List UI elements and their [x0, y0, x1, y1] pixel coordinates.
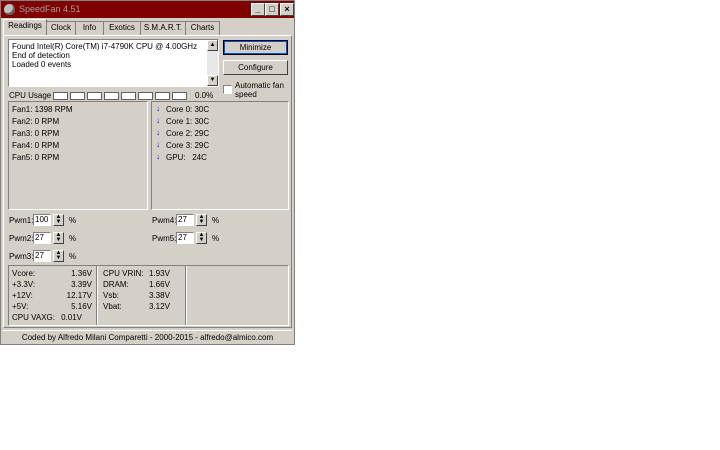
tab-smart[interactable]: S.M.A.R.T. [140, 21, 186, 35]
automatic-fan-speed-checkbox[interactable] [223, 85, 232, 94]
pwm5-spinner-icon[interactable]: ▲ ▼ [196, 232, 207, 244]
voltage-label: Vcore: [12, 269, 36, 278]
fan-reading: Fan2: 0 RPM [12, 117, 60, 126]
voltage-label: CPU VAXG: [12, 313, 55, 322]
pwm4-spinner-icon[interactable]: ▲ ▼ [196, 214, 207, 226]
temp-down-arrow-icon: ↓ [156, 140, 160, 149]
cpu-meter-cell [87, 92, 102, 100]
cpu-meter-cell [138, 92, 153, 100]
pwm5-label: Pwm5: [152, 234, 177, 243]
status-bar: Coded by Alfredo Milani Comparetti - 200… [3, 330, 292, 344]
voltage-label: CPU VRIN: [103, 269, 144, 278]
minimize-button[interactable]: Minimize [223, 40, 288, 55]
pwm1-spinner-icon[interactable]: ▲ ▼ [53, 214, 64, 226]
cpu-meter-cell [70, 92, 85, 100]
voltages-divider [97, 266, 98, 325]
temp-down-arrow-icon: ↓ [156, 104, 160, 113]
voltage-label: +5V: [12, 302, 29, 311]
cpu-meter-cell [104, 92, 119, 100]
title-bar[interactable]: SpeedFan 4.51 _ □ × [1, 1, 294, 18]
log-line: Loaded 0 events [12, 60, 72, 69]
cpu-meter-cell [121, 92, 136, 100]
voltage-label: Vsb: [103, 291, 120, 300]
voltage-label: Vbat: [103, 302, 122, 311]
cpu-usage-meter [53, 92, 193, 100]
pwm2-unit: % [69, 234, 77, 243]
window-minimize-button[interactable]: _ [251, 3, 265, 16]
temp-reading: Core 2: 29C [166, 129, 210, 138]
log-line: End of detection [12, 51, 70, 60]
pwm4-label: Pwm4: [152, 216, 177, 225]
fan-reading: Fan3: 0 RPM [12, 129, 60, 138]
window-title: SpeedFan 4.51 [19, 4, 81, 14]
tab-charts[interactable]: Charts [185, 21, 220, 35]
scroll-up-arrow-icon[interactable]: ▲ [207, 40, 218, 51]
temp-reading: GPU: 24C [166, 153, 207, 162]
temp-down-arrow-icon: ↓ [156, 128, 160, 137]
voltage-value: 1.93V [149, 269, 170, 278]
fan-reading: Fan4: 0 RPM [12, 141, 60, 150]
fan-reading: Fan5: 0 RPM [12, 153, 60, 162]
voltage-value: 3.38V [149, 291, 170, 300]
voltage-value: 3.39V [71, 280, 92, 289]
pwm2-spinner-icon[interactable]: ▲ ▼ [53, 232, 64, 244]
tab-clock[interactable]: Clock [46, 21, 76, 35]
pwm3-unit: % [69, 252, 77, 261]
fan-speeds-box: Fan1: 1398 RPM Fan2: 0 RPM Fan3: 0 RPM F… [8, 101, 148, 210]
voltage-value: 3.12V [149, 302, 170, 311]
window-maximize-button[interactable]: □ [265, 3, 279, 16]
pwm2-label: Pwm2: [9, 234, 34, 243]
scroll-down-arrow-icon[interactable]: ▼ [207, 75, 218, 86]
voltage-label: DRAM: [103, 280, 129, 289]
temp-reading: Core 3: 29C [166, 141, 210, 150]
log-line: Found Intel(R) Core(TM) i7-4790K CPU @ 4… [12, 42, 198, 51]
voltage-value: 12.17V [66, 291, 92, 300]
cpu-meter-cell [155, 92, 170, 100]
automatic-fan-speed-label: Automatic fan [235, 81, 284, 90]
fan-reading: Fan1: 1398 RPM [12, 105, 73, 114]
temp-down-arrow-icon: ↓ [156, 116, 160, 125]
cpu-meter-cell [172, 92, 187, 100]
readings-panel: Found Intel(R) Core(TM) i7-4790K CPU @ 4… [3, 35, 292, 328]
cpu-usage-value: 0.0% [195, 91, 214, 100]
voltages-box: Vcore: 1.36V +3.3V: 3.39V +12V: 12.17V +… [8, 265, 289, 326]
pwm4-input[interactable]: 27 [176, 214, 194, 226]
configure-button[interactable]: Configure [223, 60, 288, 75]
voltage-value: 1.36V [71, 269, 92, 278]
pwm2-input[interactable]: 27 [33, 232, 51, 244]
cpu-meter-cell [53, 92, 68, 100]
pwm3-label: Pwm3: [9, 252, 34, 261]
pwm1-input[interactable]: 100 [33, 214, 51, 226]
cpu-usage-label: CPU Usage [9, 91, 52, 100]
voltage-value: 1.66V [149, 280, 170, 289]
tab-exotics[interactable]: Exotics [103, 21, 141, 35]
window-close-button[interactable]: × [280, 3, 294, 16]
temp-reading: Core 1: 30C [166, 117, 210, 126]
voltage-value: 5.16V [71, 302, 92, 311]
event-log[interactable]: Found Intel(R) Core(TM) i7-4790K CPU @ 4… [8, 39, 219, 87]
speedfan-window: SpeedFan 4.51 _ □ × Readings Clock Info … [0, 0, 295, 345]
pwm1-unit: % [69, 216, 77, 225]
voltages-divider [186, 266, 187, 325]
pwm5-unit: % [212, 234, 220, 243]
temp-reading: Core 0: 30C [166, 105, 210, 114]
pwm4-unit: % [212, 216, 220, 225]
pwm1-label: Pwm1: [9, 216, 34, 225]
voltage-label: +12V: [12, 291, 33, 300]
log-scrollbar[interactable]: ▲ ▼ [207, 40, 218, 86]
pwm3-spinner-icon[interactable]: ▲ ▼ [53, 250, 64, 262]
temperatures-box: ↓ Core 0: 30C ↓ Core 1: 30C ↓ Core 2: 29… [151, 101, 289, 210]
speedfan-app-icon[interactable] [4, 4, 15, 15]
voltage-value: 0.01V [61, 313, 82, 322]
voltage-label: +3.3V: [12, 280, 36, 289]
temp-down-arrow-icon: ↓ [156, 152, 160, 161]
pwm3-input[interactable]: 27 [33, 250, 51, 262]
tab-readings[interactable]: Readings [3, 19, 47, 36]
automatic-fan-speed-label-line2: speed [235, 90, 257, 99]
pwm5-input[interactable]: 27 [176, 232, 194, 244]
tab-info[interactable]: Info [75, 21, 104, 35]
